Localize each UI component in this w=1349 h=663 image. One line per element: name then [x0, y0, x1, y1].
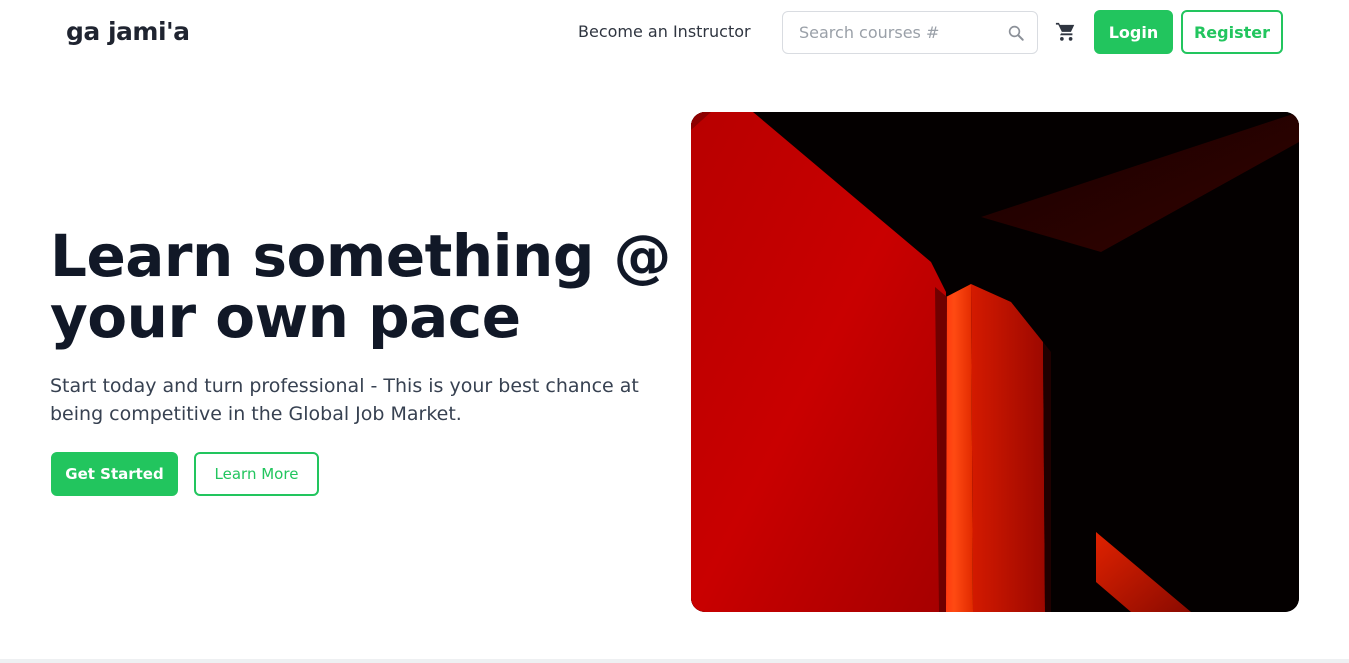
hero-title-line-2: your own pace — [50, 283, 521, 351]
search-icon[interactable] — [1007, 24, 1025, 42]
hero-image — [691, 112, 1299, 612]
search-box — [782, 11, 1038, 54]
hero-subtitle: Start today and turn professional - This… — [50, 375, 639, 425]
hero-title-line-1: Learn something @ — [50, 222, 672, 290]
login-button[interactable]: Login — [1094, 10, 1173, 54]
learn-more-button[interactable]: Learn More — [194, 452, 319, 496]
brand-logo[interactable]: ga jami'a — [66, 17, 190, 46]
get-started-button[interactable]: Get Started — [51, 452, 178, 496]
register-button[interactable]: Register — [1181, 10, 1283, 54]
cart-icon[interactable] — [1055, 21, 1077, 43]
search-input[interactable] — [799, 12, 999, 53]
become-instructor-link[interactable]: Become an Instructor — [578, 22, 751, 41]
section-divider — [0, 659, 1349, 663]
hero-title: Learn something @ your own pace — [50, 222, 672, 351]
top-navbar: ga jami'a Become an Instructor Login Reg… — [0, 0, 1349, 66]
page: ga jami'a Become an Instructor Login Reg… — [0, 0, 1349, 663]
abstract-red-architecture-image — [691, 112, 1299, 612]
